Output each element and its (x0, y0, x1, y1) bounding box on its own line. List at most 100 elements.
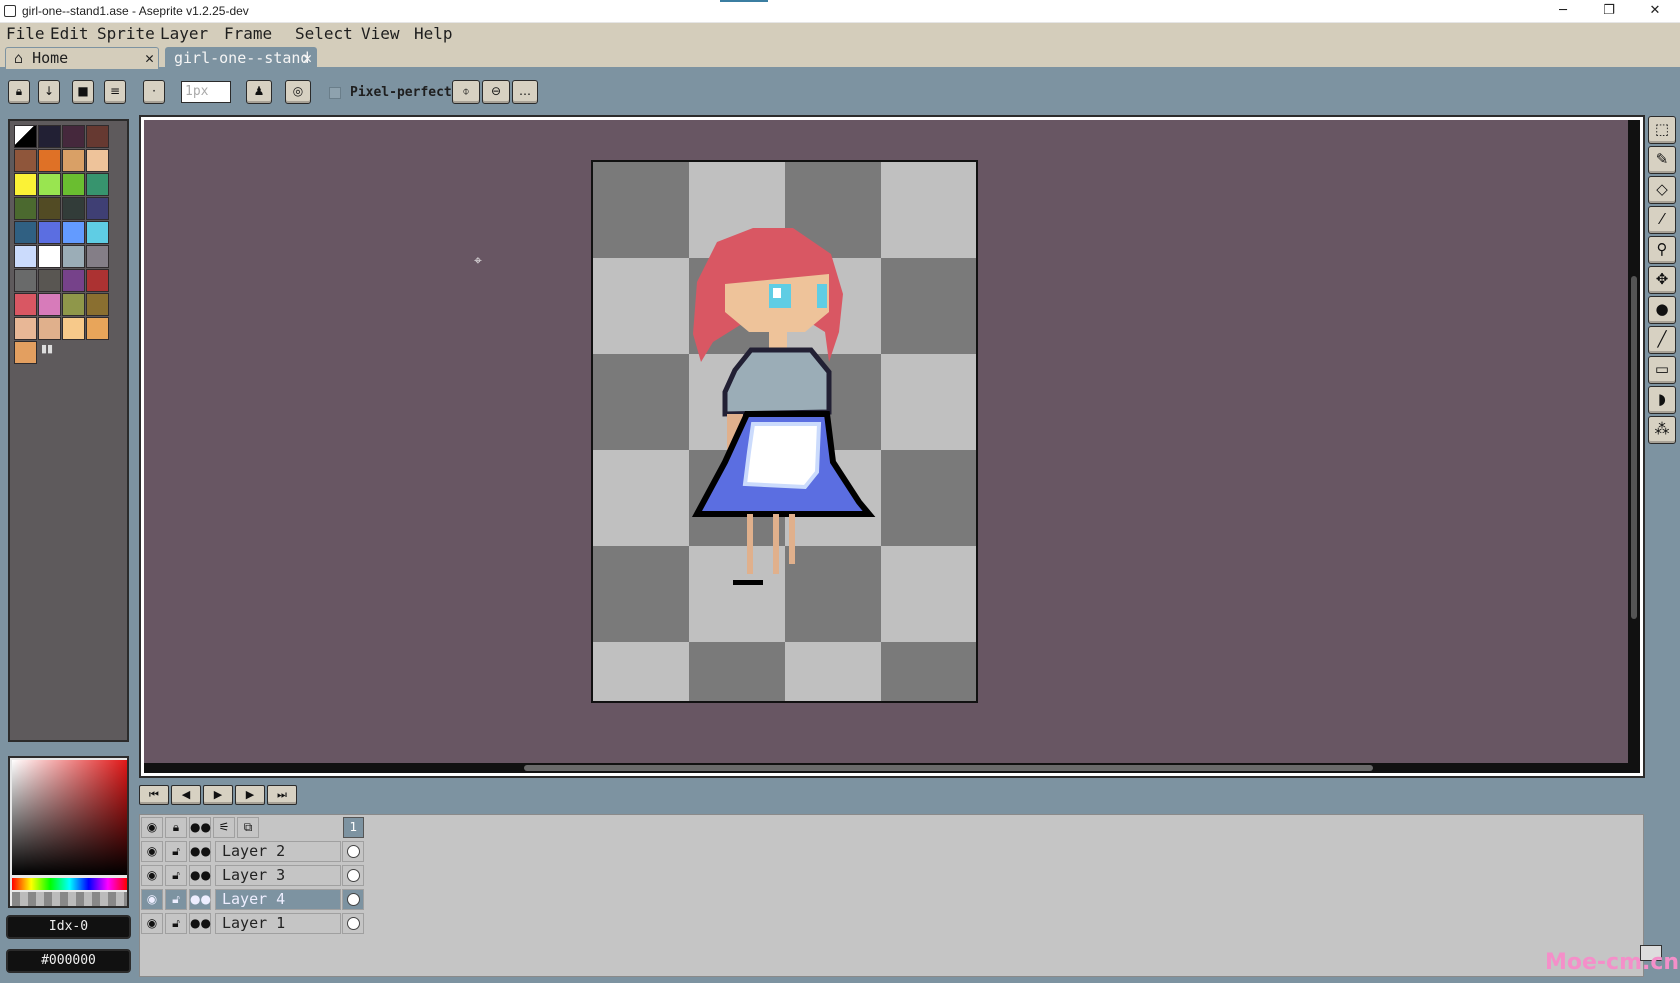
palette-swatch[interactable] (62, 245, 85, 268)
next-frame-button[interactable]: ▶ (235, 785, 265, 805)
canvas-editor[interactable]: ⌖ (139, 115, 1645, 778)
eraser-tool-icon[interactable]: ◇ (1648, 176, 1676, 204)
saturation-value-field[interactable] (12, 760, 127, 875)
symmetry-vertical-icon[interactable]: ⌽ (452, 80, 480, 104)
menu-layer[interactable]: Layer (160, 24, 208, 43)
sprite-canvas[interactable] (591, 160, 978, 703)
palette-swatch[interactable] (14, 341, 37, 364)
lock-icon[interactable]: 🔓︎ (165, 841, 187, 862)
layer-name[interactable]: Layer 2 (215, 841, 341, 862)
palette-swatch[interactable] (62, 173, 85, 196)
play-button[interactable]: ▶ (203, 785, 233, 805)
color-hex-field[interactable]: #000000 (6, 949, 131, 973)
cel[interactable] (342, 889, 364, 910)
horizontal-scroll-thumb[interactable] (524, 765, 1373, 771)
layer-name[interactable]: Layer 1 (215, 913, 341, 934)
palette-swatch[interactable] (62, 125, 85, 148)
tab-home[interactable]: ⌂ Home ✕ (5, 47, 159, 69)
menu-file[interactable]: File (6, 24, 45, 43)
palette-swatch[interactable] (38, 149, 61, 172)
eye-icon[interactable]: ◉ (141, 841, 163, 862)
palette-swatch[interactable] (38, 197, 61, 220)
alpha-slider[interactable] (12, 892, 127, 906)
palette-swatch[interactable] (14, 269, 37, 292)
cel[interactable] (342, 865, 364, 886)
onion-skin-icon[interactable]: ●● (189, 817, 211, 838)
link-cels-icon[interactable]: ⚟ (213, 817, 235, 838)
palette-resize-handle-icon[interactable]: ▮▮ (41, 342, 53, 355)
palette-swatch[interactable] (38, 317, 61, 340)
palette-swatch[interactable] (86, 221, 109, 244)
palette-swatch[interactable] (62, 293, 85, 316)
palette-swatch[interactable] (86, 125, 109, 148)
pencil-tool-icon[interactable]: ✎ (1648, 146, 1676, 174)
palette-swatch[interactable] (38, 245, 61, 268)
continuous-icon[interactable]: ●● (189, 865, 211, 886)
brush-anchor-icon[interactable]: ↓ (38, 80, 60, 104)
color-picker[interactable] (8, 756, 129, 908)
fill-tool-icon[interactable]: ● (1648, 296, 1676, 324)
spray-tool-icon[interactable]: ⁂ (1648, 416, 1676, 444)
marquee-tool-icon[interactable]: ⬚ (1648, 116, 1676, 144)
palette-swatch[interactable] (62, 221, 85, 244)
tab-document-close-icon[interactable]: ✕ (303, 48, 312, 68)
color-index-field[interactable]: Idx-0 (6, 915, 131, 939)
cel[interactable] (342, 913, 364, 934)
horizontal-scrollbar[interactable] (144, 763, 1640, 773)
menu-frame[interactable]: Frame (224, 24, 272, 43)
palette-swatch[interactable] (38, 221, 61, 244)
palette-swatch[interactable] (38, 293, 61, 316)
visibility-header-icon[interactable]: ◉ (141, 817, 163, 838)
more-options-button[interactable]: … (512, 80, 538, 104)
eye-icon[interactable]: ◉ (141, 865, 163, 886)
palette-swatch[interactable] (86, 245, 109, 268)
tab-document[interactable]: girl-one--stand ✕ (165, 47, 317, 69)
cel[interactable] (342, 841, 364, 862)
blur-tool-icon[interactable]: ◗ (1648, 386, 1676, 414)
palette-swatch[interactable] (14, 293, 37, 316)
move-tool-icon[interactable]: ✥ (1648, 266, 1676, 294)
tab-home-close-icon[interactable]: ✕ (145, 48, 154, 68)
frame-number-1[interactable]: 1 (343, 817, 364, 838)
eyedropper-tool-icon[interactable]: ⁄ (1648, 206, 1676, 234)
vertical-scrollbar[interactable] (1628, 120, 1640, 773)
ink-icon[interactable]: ♟ (246, 80, 272, 104)
close-button[interactable]: ✕ (1632, 0, 1678, 22)
continuous-icon[interactable]: ●● (189, 889, 211, 910)
rectangle-tool-icon[interactable]: ▭ (1648, 356, 1676, 384)
symmetry-horizontal-icon[interactable]: ⊖ (482, 80, 510, 104)
palette-swatch[interactable] (62, 317, 85, 340)
menu-help[interactable]: Help (414, 24, 453, 43)
lock-header-icon[interactable]: 🔒︎ (165, 817, 187, 838)
palette-swatch[interactable] (86, 149, 109, 172)
hue-slider[interactable] (12, 878, 127, 890)
brush-menu-icon[interactable]: ≡ (104, 80, 126, 104)
line-tool-icon[interactable]: ╱ (1648, 326, 1676, 354)
menu-edit[interactable]: Edit (50, 24, 89, 43)
lock-icon[interactable]: 🔓︎ (165, 889, 187, 910)
brush-size-input[interactable]: 1px (181, 81, 231, 103)
lock-icon[interactable]: 🔓︎ (165, 865, 187, 886)
palette-swatch[interactable] (14, 221, 37, 244)
palette-swatch[interactable] (14, 173, 37, 196)
pixel-perfect-checkbox[interactable] (329, 87, 341, 99)
palette-swatch[interactable] (62, 197, 85, 220)
minimize-button[interactable]: ─ (1540, 0, 1586, 22)
palette-swatch[interactable] (86, 269, 109, 292)
palette-swatch[interactable] (14, 317, 37, 340)
menu-view[interactable]: View (361, 24, 400, 43)
vertical-scroll-thumb[interactable] (1631, 276, 1637, 619)
restore-button[interactable]: ❐ (1586, 0, 1632, 22)
continuous-icon[interactable]: ●● (189, 913, 211, 934)
brush-circle-icon[interactable]: · (143, 80, 165, 104)
eye-icon[interactable]: ◉ (141, 913, 163, 934)
palette-swatch[interactable] (14, 245, 37, 268)
palette-swatch[interactable] (62, 149, 85, 172)
eye-icon[interactable]: ◉ (141, 889, 163, 910)
palette-swatch[interactable] (14, 125, 37, 148)
palette-swatch[interactable] (38, 269, 61, 292)
lock-icon[interactable]: 🔓︎ (165, 913, 187, 934)
continuous-icon[interactable]: ●● (189, 841, 211, 862)
palette-swatch[interactable] (38, 125, 61, 148)
lock-alpha-icon[interactable]: 🔒︎ (8, 80, 30, 104)
